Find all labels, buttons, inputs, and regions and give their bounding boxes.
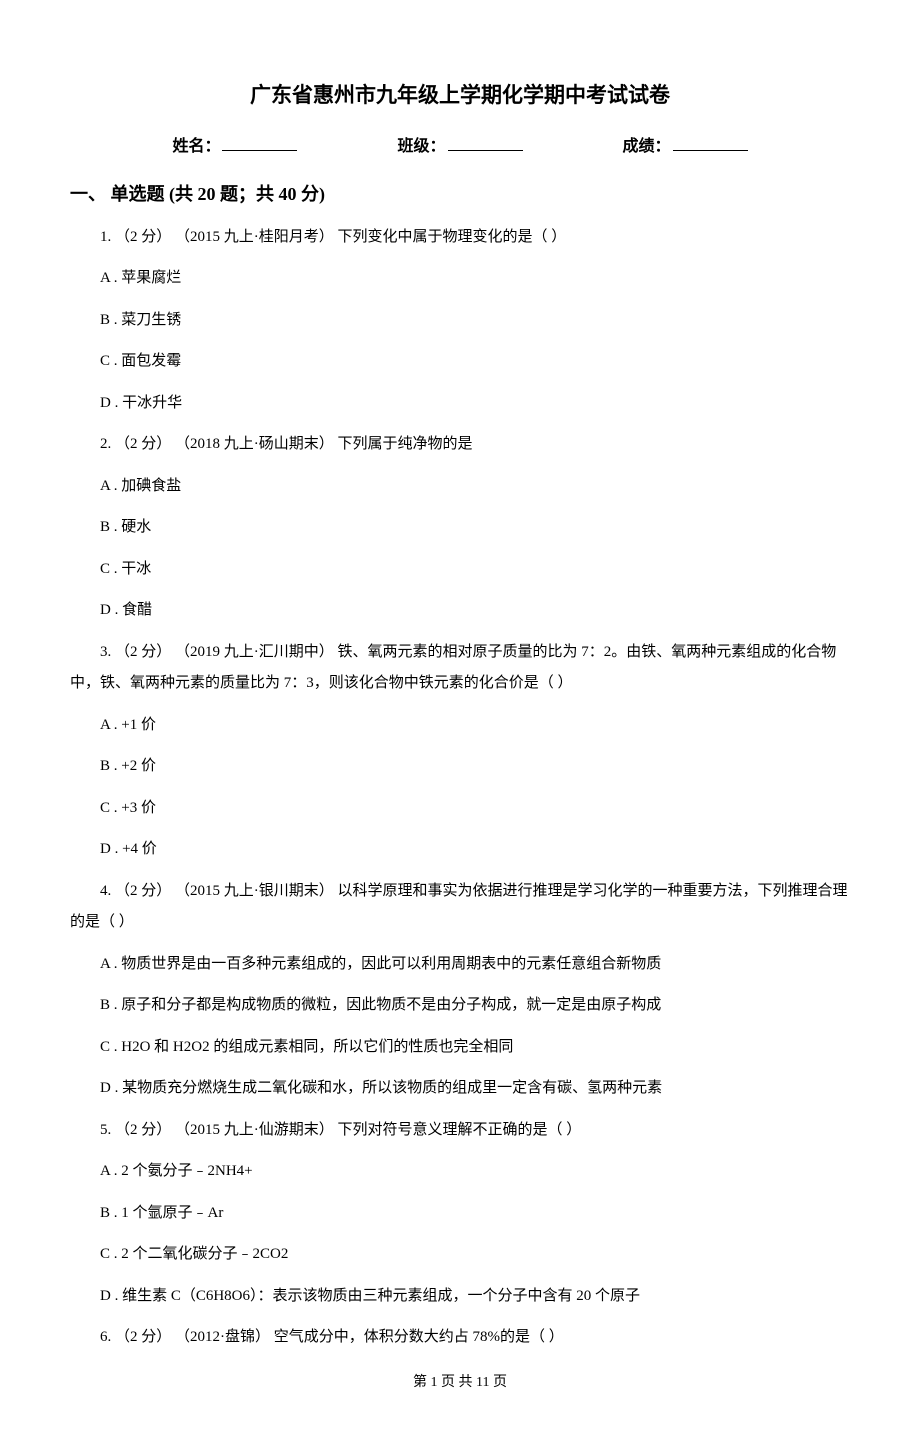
question-1-option-b: B . 菜刀生锈 xyxy=(70,305,850,337)
question-2-option-a: A . 加碘食盐 xyxy=(70,471,850,503)
score-field: 成绩： xyxy=(623,134,748,159)
class-field: 班级： xyxy=(397,134,522,159)
question-1-option-a: A . 苹果腐烂 xyxy=(70,263,850,295)
question-5-option-c: C . 2 个二氧化碳分子﹣2CO2 xyxy=(70,1239,850,1271)
question-4-option-d: D . 某物质充分燃烧生成二氧化碳和水，所以该物质的组成里一定含有碳、氢两种元素 xyxy=(70,1073,850,1105)
question-2-option-c: C . 干冰 xyxy=(70,554,850,586)
question-5-stem: 5. （2 分） （2015 九上·仙游期末） 下列对符号意义理解不正确的是（ … xyxy=(70,1115,850,1147)
question-5-option-d: D . 维生素 C（C6H8O6）：表示该物质由三种元素组成，一个分子中含有 2… xyxy=(70,1281,850,1313)
question-1-option-d: D . 干冰升华 xyxy=(70,388,850,420)
question-3-option-b: B . +2 价 xyxy=(70,751,850,783)
question-3-option-c: C . +3 价 xyxy=(70,793,850,825)
question-4-stem: 4. （2 分） （2015 九上·银川期末） 以科学原理和事实为依据进行推理是… xyxy=(70,876,850,939)
question-1-stem: 1. （2 分） （2015 九上·桂阳月考） 下列变化中属于物理变化的是（ ） xyxy=(70,222,850,254)
question-2-option-d: D . 食醋 xyxy=(70,595,850,627)
question-3-stem: 3. （2 分） （2019 九上·汇川期中） 铁、氧两元素的相对原子质量的比为… xyxy=(70,637,850,700)
page-title: 广东省惠州市九年级上学期化学期中考试试卷 xyxy=(70,80,850,112)
name-label: 姓名： xyxy=(172,135,220,159)
question-2-option-b: B . 硬水 xyxy=(70,512,850,544)
question-5-option-a: A . 2 个氨分子﹣2NH4+ xyxy=(70,1156,850,1188)
section-header: 一、 单选题 (共 20 题；共 40 分) xyxy=(70,181,850,208)
score-label: 成绩： xyxy=(623,135,671,159)
class-label: 班级： xyxy=(397,135,445,159)
page-footer: 第 1 页 共 11 页 xyxy=(70,1372,850,1393)
name-field: 姓名： xyxy=(172,134,297,159)
score-blank xyxy=(673,134,748,151)
student-info-row: 姓名： 班级： 成绩： xyxy=(70,134,850,159)
name-blank xyxy=(222,134,297,151)
question-1-option-c: C . 面包发霉 xyxy=(70,346,850,378)
question-4-option-a: A . 物质世界是由一百多种元素组成的，因此可以利用周期表中的元素任意组合新物质 xyxy=(70,949,850,981)
question-3-option-d: D . +4 价 xyxy=(70,834,850,866)
question-4-option-c: C . H2O 和 H2O2 的组成元素相同，所以它们的性质也完全相同 xyxy=(70,1032,850,1064)
question-4-option-b: B . 原子和分子都是构成物质的微粒，因此物质不是由分子构成，就一定是由原子构成 xyxy=(70,990,850,1022)
question-3-option-a: A . +1 价 xyxy=(70,710,850,742)
class-blank xyxy=(448,134,523,151)
question-2-stem: 2. （2 分） （2018 九上·砀山期末） 下列属于纯净物的是 xyxy=(70,429,850,461)
question-6-stem: 6. （2 分） （2012·盘锦） 空气成分中，体积分数大约占 78%的是（ … xyxy=(70,1322,850,1354)
question-5-option-b: B . 1 个氩原子﹣Ar xyxy=(70,1198,850,1230)
